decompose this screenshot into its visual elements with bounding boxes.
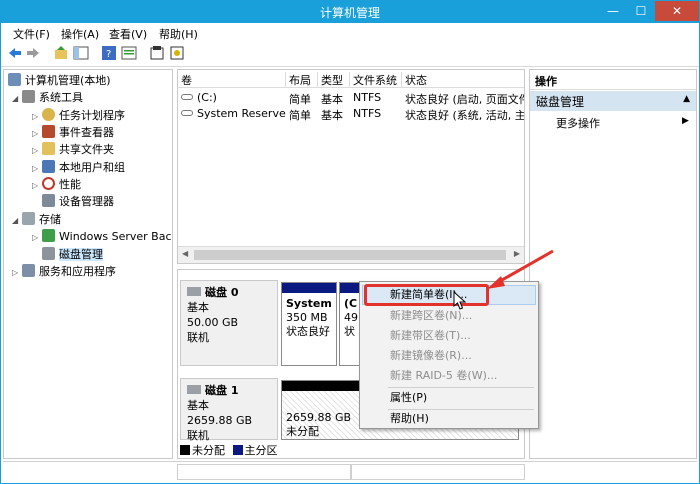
menu-view[interactable]: 查看(V)	[109, 26, 147, 42]
folder-icon	[42, 142, 55, 155]
disk-icon	[187, 287, 201, 296]
table-row[interactable]: System Reserved 简单 基本 NTFS 状态良好 (系统, 活动,…	[178, 106, 524, 122]
tree-item-shared-folders[interactable]: ▷ 共享文件夹	[32, 141, 114, 158]
legend-swatch-unallocated	[180, 445, 190, 455]
expanded-arrow-icon[interactable]: ◢	[12, 212, 22, 229]
device-manager-icon	[42, 194, 55, 207]
menu-item-help[interactable]: 帮助(H)	[362, 409, 536, 429]
actions-header: 操作	[530, 70, 696, 90]
tree-item-system-tools[interactable]: ◢ 系统工具	[12, 89, 83, 106]
legend: 未分配 主分区	[180, 442, 278, 457]
column-filesystem[interactable]: 文件系统	[350, 72, 402, 88]
scroll-left-icon[interactable]: ◀	[182, 249, 188, 258]
computer-icon	[8, 73, 21, 86]
collapsed-arrow-icon[interactable]: ▷	[32, 177, 42, 194]
annotation-arrow-icon	[487, 249, 554, 289]
title-bar: 计算机管理 — ☐ ✕	[1, 1, 699, 23]
annotation-highlight-box	[364, 284, 489, 306]
tree-item-disk-management[interactable]: 磁盘管理	[42, 246, 103, 263]
users-icon	[42, 160, 55, 173]
show-tree-icon[interactable]	[73, 45, 89, 61]
volume-list: 卷 布局 类型 文件系统 状态 (C:) 简单 基本 NTFS 状态良好 (启动…	[177, 69, 525, 264]
legend-swatch-primary	[232, 445, 243, 455]
column-status[interactable]: 状态	[402, 72, 524, 88]
disk-1-info[interactable]: 磁盘 1 基本 2659.88 GB 联机	[180, 378, 278, 442]
collapsed-arrow-icon[interactable]: ▷	[32, 229, 42, 246]
window-title: 计算机管理	[319, 6, 380, 20]
actions-section-disk-management[interactable]: 磁盘管理 ▲	[530, 91, 696, 111]
minimize-button[interactable]: —	[599, 1, 627, 21]
collapse-arrow-icon[interactable]: ▲	[683, 94, 690, 104]
column-type[interactable]: 类型	[318, 72, 350, 88]
submenu-arrow-icon: ▶	[682, 116, 689, 126]
menu-item-properties[interactable]: 属性(P)	[362, 388, 536, 408]
more-actions-item[interactable]: 更多操作 ▶	[556, 115, 689, 131]
properties-icon[interactable]	[121, 45, 137, 61]
export-icon[interactable]	[169, 45, 185, 61]
maximize-button[interactable]: ☐	[627, 1, 655, 21]
help-icon[interactable]: ?	[101, 45, 117, 61]
menu-item-new-mirrored-volume[interactable]: 新建镜像卷(R)...	[362, 346, 536, 366]
services-icon	[22, 264, 35, 277]
refresh-icon[interactable]	[149, 45, 165, 61]
menu-file[interactable]: 文件(F)	[13, 26, 50, 42]
expanded-arrow-icon[interactable]: ◢	[12, 90, 22, 107]
up-folder-icon[interactable]	[53, 45, 69, 61]
storage-icon	[22, 212, 35, 225]
tree-item-services-apps[interactable]: ▷ 服务和应用程序	[12, 263, 116, 280]
backup-icon	[42, 229, 55, 242]
status-segment	[177, 464, 351, 480]
tree-item-task-scheduler[interactable]: ▷ 任务计划程序	[32, 107, 125, 124]
tree-item-local-users[interactable]: ▷ 本地用户和组	[32, 159, 125, 176]
menu-item-new-spanned-volume[interactable]: 新建跨区卷(N)...	[362, 306, 536, 326]
primary-partition-bar	[282, 283, 336, 293]
navigation-tree: 计算机管理(本地) ◢ 系统工具 ▷ 任务计划程序 ▷ 事件查看器 ▷ 共享文件夹 ▷ 本…	[3, 69, 173, 459]
toolbar: ?	[1, 41, 699, 67]
menu-help[interactable]: 帮助(H)	[159, 26, 198, 42]
menu-item-new-striped-volume[interactable]: 新建带区卷(T)...	[362, 326, 536, 346]
tree-item-device-manager[interactable]: 设备管理器	[42, 193, 114, 210]
tree-item-event-viewer[interactable]: ▷ 事件查看器	[32, 124, 114, 141]
tree-item-storage[interactable]: ◢ 存储	[12, 211, 61, 228]
collapsed-arrow-icon[interactable]: ▷	[32, 125, 42, 142]
event-viewer-icon	[42, 125, 55, 138]
menu-item-new-raid5-volume[interactable]: 新建 RAID-5 卷(W)...	[362, 366, 536, 386]
collapsed-arrow-icon[interactable]: ▷	[32, 108, 42, 125]
volume-icon	[181, 94, 193, 100]
tree-root[interactable]: 计算机管理(本地)	[8, 72, 111, 89]
forward-icon[interactable]	[25, 45, 41, 61]
collapsed-arrow-icon[interactable]: ▷	[32, 142, 42, 159]
disk-icon	[42, 247, 55, 260]
volume-list-header: 卷 布局 类型 文件系统 状态	[178, 70, 524, 88]
tools-icon	[22, 90, 35, 103]
tree-item-windows-server-backup[interactable]: ▷ Windows Server Back	[32, 228, 172, 246]
scrollbar-thumb[interactable]	[194, 250, 506, 260]
mouse-cursor-icon	[453, 291, 467, 310]
menu-bar: 文件(F) 操作(A) 查看(V) 帮助(H)	[1, 23, 699, 41]
close-button[interactable]: ✕	[655, 1, 699, 21]
collapsed-arrow-icon[interactable]: ▷	[12, 264, 22, 281]
horizontal-scrollbar[interactable]: ◀ ▶	[178, 246, 524, 263]
computer-management-window: 计算机管理 — ☐ ✕ 文件(F) 操作(A) 查看(V) 帮助(H) ? 计算…	[0, 0, 700, 484]
status-bar	[3, 461, 697, 481]
column-layout[interactable]: 布局	[286, 72, 318, 88]
performance-icon	[42, 177, 55, 190]
partition-system-reserved[interactable]: System 350 MB 状态良好	[281, 282, 337, 366]
collapsed-arrow-icon[interactable]: ▷	[32, 160, 42, 177]
tree-item-performance[interactable]: ▷ 性能	[32, 176, 81, 193]
status-segment	[351, 464, 525, 480]
disk-icon	[187, 385, 201, 394]
table-row[interactable]: (C:) 简单 基本 NTFS 状态良好 (启动, 页面文件	[178, 90, 524, 106]
back-icon[interactable]	[7, 45, 23, 61]
volume-icon	[181, 110, 193, 116]
svg-text:?: ?	[106, 49, 111, 60]
disk-0-info[interactable]: 磁盘 0 基本 50.00 GB 联机	[180, 280, 278, 366]
clock-icon	[42, 108, 55, 121]
column-volume[interactable]: 卷	[178, 72, 286, 88]
menu-action[interactable]: 操作(A)	[61, 26, 99, 42]
